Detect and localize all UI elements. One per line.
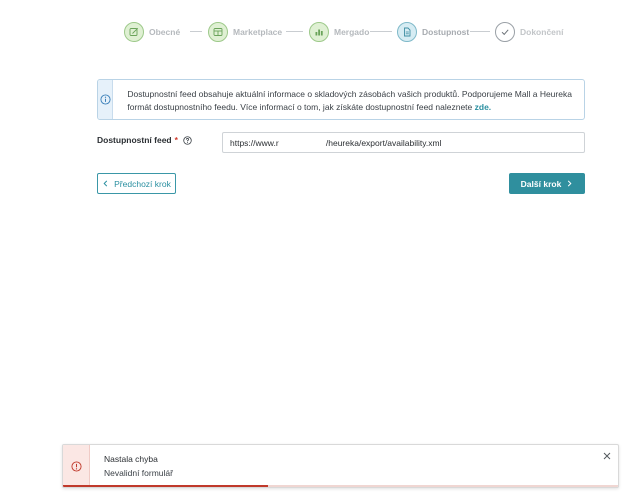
chevron-left-icon [103, 180, 108, 187]
edit-icon [124, 22, 144, 42]
feed-field-label: Dostupnostní feed * [97, 135, 192, 145]
step-label: Dostupnost [422, 27, 470, 37]
feed-label-text: Dostupnostní feed [97, 135, 172, 145]
info-box: Dostupnostní feed obsahuje aktuální info… [97, 79, 585, 120]
step-dokonceni[interactable]: Dokončení [495, 21, 563, 43]
required-mark: * [174, 135, 178, 145]
chevron-right-icon [568, 180, 572, 187]
next-step-label: Další krok [520, 178, 562, 189]
document-icon [397, 22, 417, 42]
step-label: Dokončení [520, 27, 564, 37]
chart-icon [309, 22, 329, 42]
step-connector [286, 31, 303, 32]
error-toast: Nastala chyba Nevalidní formulář [62, 444, 619, 488]
step-label: Obecné [149, 27, 181, 37]
toast-progress-bar [63, 485, 269, 487]
step-dostupnost[interactable]: Dostupnost [397, 21, 469, 43]
toast-message: Nevalidní formulář [104, 468, 173, 478]
close-icon[interactable] [601, 450, 613, 462]
step-connector [470, 31, 490, 32]
step-marketplace[interactable]: Marketplace [208, 21, 282, 43]
toast-title: Nastala chyba [104, 454, 158, 464]
previous-step-button[interactable]: Předchozí krok [97, 173, 176, 194]
info-text-content: Dostupnostní feed obsahuje aktuální info… [127, 89, 572, 112]
info-link[interactable]: zde. [475, 102, 492, 112]
toast-progress-track [63, 485, 618, 487]
step-obecne[interactable]: Obecné [124, 21, 180, 43]
feed-url-input[interactable] [222, 132, 585, 153]
check-icon [495, 22, 515, 42]
step-connector [370, 31, 392, 32]
previous-step-label: Předchozí krok [114, 178, 171, 189]
step-label: Marketplace [233, 27, 283, 37]
info-icon [98, 80, 114, 119]
marketplace-icon [208, 22, 228, 42]
next-step-button[interactable]: Další krok [509, 173, 585, 194]
step-connector [190, 31, 202, 32]
info-text: Dostupnostní feed obsahuje aktuální info… [113, 80, 584, 119]
help-icon[interactable] [183, 135, 192, 145]
error-icon [63, 445, 90, 487]
step-mergado[interactable]: Mergado [309, 21, 369, 43]
step-label: Mergado [334, 27, 370, 37]
